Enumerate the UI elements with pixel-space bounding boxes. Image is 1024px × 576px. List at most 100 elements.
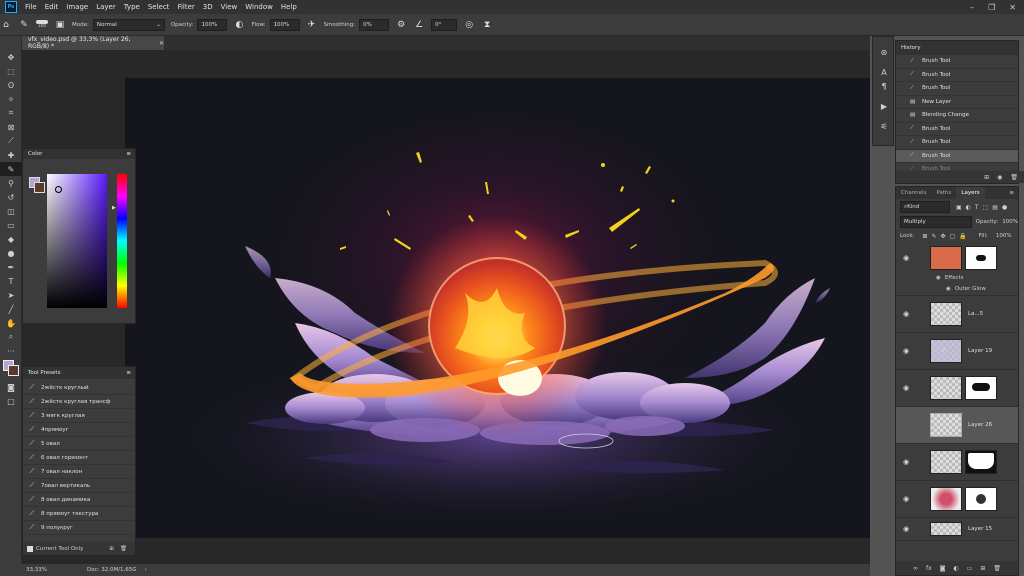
filter-pixel-icon[interactable]: ▣	[956, 204, 962, 211]
filter-adjustment-icon[interactable]: ◐	[966, 204, 971, 211]
filter-smart-icon[interactable]: ▤	[992, 204, 998, 211]
type-tool-icon[interactable]: T	[0, 274, 22, 288]
preset-item[interactable]: ⟋ 7овал вертикаль	[23, 479, 135, 493]
gradient-tool-icon[interactable]: ▭	[0, 218, 22, 232]
trash-icon[interactable]: 🗑	[1010, 174, 1018, 181]
eye-icon[interactable]: ◉	[900, 495, 912, 503]
more-tools-icon[interactable]: ···	[0, 344, 22, 358]
panel-menu-icon[interactable]: ≡	[126, 370, 131, 376]
eye-icon[interactable]: ◉	[900, 347, 912, 355]
color-swatches[interactable]	[0, 358, 21, 380]
symmetry-icon[interactable]: ⧗	[481, 19, 493, 31]
crop-tool-icon[interactable]: ⌗	[0, 106, 22, 120]
history-item[interactable]: ⟋ Brush Tool	[896, 55, 1018, 69]
lock-pixels-icon[interactable]: ✎	[931, 233, 936, 240]
lock-all-icon[interactable]: 🔒	[959, 233, 966, 240]
move-tool-icon[interactable]: ✥	[0, 50, 22, 64]
zoom-level[interactable]: 33,33%	[26, 567, 47, 573]
hand-tool-icon[interactable]: ✋	[0, 316, 22, 330]
close-icon[interactable]: ✕	[1009, 3, 1016, 12]
layer-row[interactable]: ◉	[896, 243, 1018, 273]
menu-filter[interactable]: Filter	[177, 3, 194, 11]
marquee-tool-icon[interactable]: ⬚	[0, 64, 22, 78]
document-tab[interactable]: vfx_video.psd @ 33,3% (Layer 26, RGB/8) …	[22, 36, 164, 50]
eye-icon[interactable]: ◉	[900, 458, 912, 466]
path-select-tool-icon[interactable]: ➤	[0, 288, 22, 302]
lock-artboard-icon[interactable]: ▢	[950, 233, 956, 240]
layer-row[interactable]: ◉ ↱ La...5	[896, 296, 1018, 333]
add-mask-icon[interactable]: ◙	[940, 565, 946, 572]
paragraph-icon[interactable]: ¶	[873, 79, 895, 93]
zoom-tool-icon[interactable]: ⌕	[0, 330, 22, 344]
preset-item[interactable]: ⟋ 9 полукруг	[23, 521, 135, 535]
menu-help[interactable]: Help	[281, 3, 297, 11]
lock-transparency-icon[interactable]: ⊠	[922, 233, 927, 240]
panel-menu-icon[interactable]: ≡	[126, 151, 131, 157]
filter-toggle-icon[interactable]: ●	[1002, 204, 1007, 211]
layer-row[interactable]: ◉	[896, 370, 1018, 407]
restore-icon[interactable]: ❐	[988, 3, 995, 12]
adjustments-icon[interactable]: ⚟	[873, 119, 895, 133]
quick-mask-icon[interactable]: ◙	[0, 380, 22, 394]
actions-icon[interactable]: ▶	[873, 99, 895, 113]
stamp-tool-icon[interactable]: ⚲	[0, 176, 22, 190]
tab-paths[interactable]: Paths	[931, 190, 956, 196]
history-item[interactable]: ⟋ Brush Tool	[896, 136, 1018, 150]
history-item[interactable]: ▤ New Layer	[896, 96, 1018, 109]
menu-view[interactable]: View	[221, 3, 238, 11]
frame-tool-icon[interactable]: ⊠	[0, 120, 22, 134]
history-item[interactable]: ⟋ Brush Tool	[896, 82, 1018, 96]
layer-row-selected[interactable]: Layer 26	[896, 407, 1018, 444]
photoshop-logo[interactable]: Ps	[5, 1, 17, 13]
dodge-tool-icon[interactable]: ●	[0, 246, 22, 260]
eye-icon[interactable]: ◉	[900, 310, 912, 318]
link-layers-icon[interactable]: ∞	[913, 565, 918, 572]
menu-edit[interactable]: Edit	[45, 3, 59, 11]
lock-position-icon[interactable]: ✥	[940, 233, 945, 240]
layer-row[interactable]: ◉ Layer 15	[896, 518, 1018, 541]
history-item-selected[interactable]: ⟋ Brush Tool	[896, 149, 1018, 163]
menu-select[interactable]: Select	[148, 3, 170, 11]
outer-glow-row[interactable]: ◉ Outer Glow	[896, 283, 1018, 296]
character-icon[interactable]: A	[873, 65, 895, 79]
background-color-swatch[interactable]	[8, 365, 19, 376]
preset-item[interactable]: ⟋ 8 овал динамика	[23, 493, 135, 507]
eye-icon[interactable]: ◉	[900, 384, 912, 392]
menu-type[interactable]: Type	[124, 3, 140, 11]
eye-icon[interactable]: ◉	[900, 254, 912, 262]
menu-layer[interactable]: Layer	[96, 3, 116, 11]
healing-tool-icon[interactable]: ✚	[0, 148, 22, 162]
doc-info[interactable]: Doc: 32,0M/1,65G	[87, 567, 137, 573]
quick-select-tool-icon[interactable]: ✧	[0, 92, 22, 106]
close-tab-icon[interactable]: ✕	[159, 40, 164, 47]
mode-select[interactable]: Normal ⌄	[92, 18, 165, 31]
brush-preset-icon[interactable]: ✎	[18, 19, 30, 31]
new-layer-icon[interactable]: ⊞	[980, 565, 985, 572]
line-tool-icon[interactable]: ╱	[0, 302, 22, 316]
filter-shape-icon[interactable]: ⬚	[983, 204, 989, 211]
brush-settings-icon[interactable]: ▣	[54, 19, 66, 31]
pressure-opacity-icon[interactable]: ◐	[233, 19, 245, 31]
pressure-size-icon[interactable]: ◎	[463, 19, 475, 31]
panel-menu-icon[interactable]: ≡	[1009, 190, 1014, 196]
group-icon[interactable]: ▭	[967, 565, 973, 572]
layer-row[interactable]: ◉ ↱ Layer 19	[896, 333, 1018, 370]
adjustment-layer-icon[interactable]: ◐	[953, 565, 958, 572]
fx-icon[interactable]: fx	[926, 565, 932, 572]
filter-type-icon[interactable]: T	[975, 204, 979, 211]
saturation-brightness-field[interactable]	[47, 174, 107, 308]
blend-mode-select[interactable]: Multiply	[900, 216, 972, 228]
home-icon[interactable]: ⌂	[0, 19, 12, 31]
smoothing-field[interactable]: 0%	[359, 18, 390, 31]
layer-effects-row[interactable]: ◉ Effects	[896, 273, 1018, 283]
eye-icon[interactable]: ◉	[900, 525, 912, 533]
color-picker-cursor[interactable]	[55, 186, 62, 193]
preset-item[interactable]: ⟋ 5 овал	[23, 437, 135, 451]
blur-tool-icon[interactable]: ◆	[0, 232, 22, 246]
tab-layers[interactable]: Layers	[956, 187, 985, 199]
background-color-chip[interactable]	[34, 182, 45, 193]
brush-size-picker[interactable]: 300	[36, 20, 48, 29]
canvas[interactable]	[125, 78, 870, 538]
angle-field[interactable]: 0°	[431, 18, 458, 31]
fill-value[interactable]: 100%	[996, 233, 1012, 239]
